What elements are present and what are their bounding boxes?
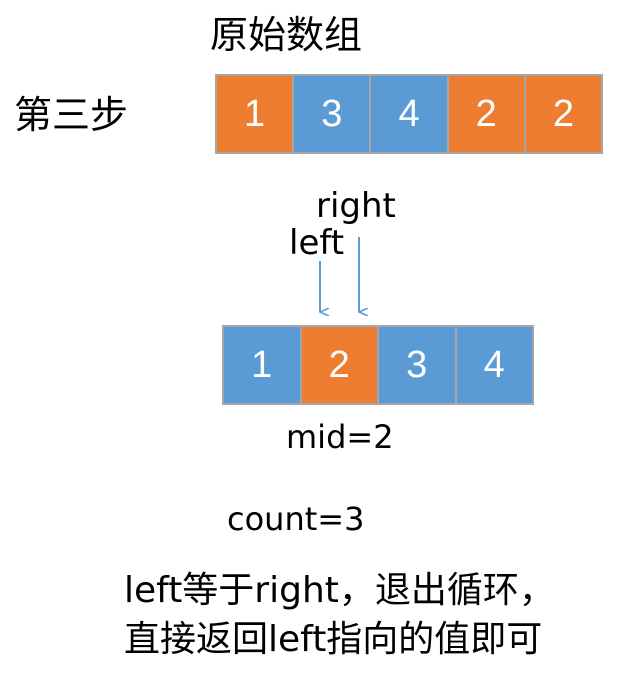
sorted-array-cell-1: 1 [224,327,300,403]
original-array: 1 3 4 2 2 [215,74,603,154]
cell-value: 4 [483,343,505,386]
sorted-array-cell-3: 3 [379,327,455,403]
count-label: count=3 [227,500,365,538]
cell-value: 3 [321,92,343,135]
conclusion-line-2: 直接返回left指向的值即可 [124,619,543,660]
mid-label: mid=2 [286,418,394,456]
diagram-title: 原始数组 [210,13,363,57]
sorted-array: 1 2 3 4 [222,325,534,405]
cell-value: 1 [251,343,273,386]
left-pointer-label: left [289,223,345,263]
original-array-cell-2: 3 [294,76,370,152]
cell-value: 2 [475,92,497,135]
conclusion-line-1: left等于right，退出循环， [124,570,555,611]
original-array-cell-5: 2 [525,76,602,152]
original-array-cell-4: 2 [448,76,524,152]
sorted-array-cell-4: 4 [456,327,532,403]
step-label: 第三步 [14,93,129,137]
original-array-cell-1: 1 [217,76,293,152]
cell-value: 2 [328,343,350,386]
sorted-array-cell-2: 2 [301,327,377,403]
cell-value: 4 [398,92,420,135]
cell-value: 3 [406,343,428,386]
cell-value: 1 [244,92,266,135]
original-array-cell-3: 4 [371,76,447,152]
cell-value: 2 [552,92,574,135]
right-pointer-label: right [316,186,396,226]
